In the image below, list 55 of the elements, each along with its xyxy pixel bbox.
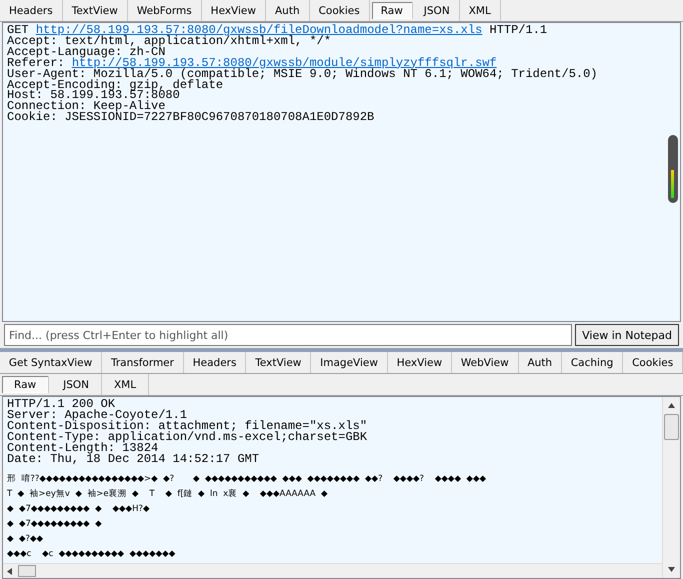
inspector-tab[interactable]: XML (460, 0, 501, 21)
request-line: User-Agent: Mozilla/5.0 (compatible; MSIE 9.0; Windows NT 6.1; WOW64; Trident/5.0) (7, 68, 598, 80)
horizontal-scrollbar[interactable] (3, 563, 662, 578)
scroll-left-icon[interactable] (7, 568, 12, 574)
view-in-notepad-button[interactable]: View in Notepad (575, 324, 679, 346)
response-line: Content-Type: application/vnd.ms-excel;charset=GBK (7, 432, 368, 443)
request-line: Connection: Keep-Alive (7, 101, 166, 112)
response-line: Date: Thu, 18 Dec 2014 14:52:17 GMT (7, 454, 260, 464)
inspector-tab[interactable]: Caching (562, 352, 624, 373)
inspector-tab[interactable]: JSON (414, 0, 460, 21)
inspector-tab[interactable]: Raw (2, 376, 50, 393)
url-link[interactable]: http://58.199.193.57:8080/gxwssb/fileDownloadmodel?name=xs.xls (36, 23, 482, 37)
inspector-tab[interactable]: ImageView (311, 352, 388, 373)
request-line: Host: 58.199.193.57:8080 (7, 90, 180, 102)
binary-text-line: ◆ ◆?◆◆ (7, 533, 44, 546)
inspector-tab[interactable]: Headers (0, 0, 63, 21)
response-line: HTTP/1.1 200 OK (7, 399, 116, 410)
binary-text-line: T ◆ 袖>ey無v ◆ 袖>e襄溯 ◆ T ◆ f[鏈 ◆ ln x襄 ◆ ◆◆◆AAAAAA ◆ (7, 488, 329, 502)
inspector-tab[interactable]: Auth (266, 0, 310, 21)
request-line: Referer: http://58.199.193.57:8080/gxwssb/module/simplyzyfffsqlr.swf (7, 58, 497, 69)
inspector-tab[interactable]: HexView (388, 352, 452, 373)
inspector-tab[interactable]: WebView (452, 352, 519, 373)
response-line: Content-Disposition: attachment; filename="xs.xls" (7, 420, 368, 432)
inspector-tab[interactable]: Transformer (102, 352, 184, 373)
binary-text-line: ◆ ◆7◆◆◆◆◆◆◆◆◆ ◆ (7, 518, 103, 532)
scrollbar-thumb[interactable] (664, 414, 679, 440)
scrollbar-thumb[interactable] (18, 565, 36, 577)
inspector-tab[interactable]: TextView (246, 352, 312, 373)
inspector-tab[interactable]: XML (102, 374, 150, 395)
vertical-scrollbar[interactable] (662, 397, 680, 578)
inspector-tab[interactable]: Cookies (310, 0, 370, 21)
inspector-tab[interactable]: JSON (51, 374, 102, 395)
binary-text-line: ◆◆◆c ◆c ◆◆◆◆◆◆◆◆◆◆ ◆◆◆◆◆◆◆ (7, 548, 176, 562)
response-line: Server: Apache-Coyote/1.1 (7, 410, 188, 421)
inspector-tab[interactable]: Raw (372, 2, 413, 19)
request-line: GET http://58.199.193.57:8080/gxwssb/fileDownloadmodel?name=xs.xls HTTP/1.1 (7, 25, 548, 36)
scroll-down-icon[interactable] (668, 567, 675, 572)
inspector-tab[interactable]: TextView (62, 0, 128, 21)
binary-text-line: ◆ ◆7◆◆◆◆◆◆◆◆◆ ◆ ◆◆◆H?◆ (7, 503, 151, 516)
inspector-tab[interactable]: Get SyntaxView (0, 352, 102, 373)
request-line: Cookie: JSESSIONID=7227BF80C9670870180708A1E0D7892B (7, 112, 376, 124)
inspector-tab[interactable]: Auth (518, 352, 562, 373)
inspector-tab[interactable]: Cookies (623, 352, 683, 373)
find-field[interactable]: Find... (press Ctrl+Enter to highlight all) (4, 324, 572, 346)
inspector-tab[interactable]: WebForms (128, 0, 202, 21)
request-line: Accept-Language: zh-CN (7, 46, 166, 58)
binary-text-line: 邢 唷??◆◆◆◆◆◆◆◆◆◆◆◆◆◆◆◆>◆ ◆? ◆ ◆◆◆◆◆◆◆◆◆◆◆ ◆◆◆ ◆◆◆◆◆◆◆◆ ◆◆? ◆◆◆◆? ◆◆◆◆ ◆◆◆ (7, 473, 488, 486)
inspector-tab[interactable]: HexView (202, 0, 266, 21)
scroll-marker-icon[interactable] (668, 135, 678, 203)
response-line: Content-Length: 13824 (7, 442, 158, 454)
request-line: Accept-Encoding: gzip, deflate (7, 80, 224, 90)
url-link[interactable]: http://58.199.193.57:8080/gxwssb/module/simplyzyfffsqlr.swf (72, 56, 497, 70)
request-line: Accept: text/html, application/xhtml+xml, */* (7, 36, 332, 47)
inspector-tab[interactable]: Headers (184, 352, 246, 373)
scroll-up-icon[interactable] (668, 403, 675, 408)
